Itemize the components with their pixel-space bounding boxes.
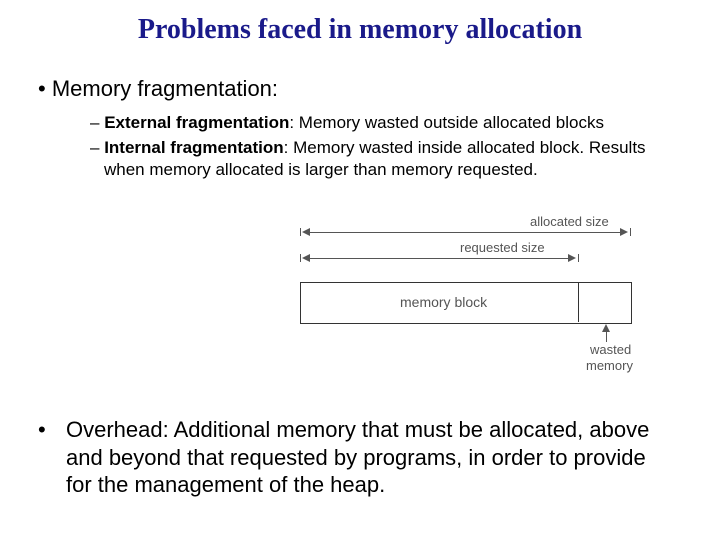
bullet-dot-icon: • <box>38 416 46 444</box>
sub-lead: Internal fragmentation <box>104 138 283 157</box>
sub-lead: External fragmentation <box>104 113 289 132</box>
slide-title: Problems faced in memory allocation <box>0 14 720 46</box>
wasted-label-1: wasted <box>590 342 631 357</box>
dash-icon: – <box>90 138 104 157</box>
dash-icon: – <box>90 113 104 132</box>
wasted-label-2: memory <box>586 358 633 373</box>
memory-block-label: memory block <box>400 294 487 310</box>
tick-icon <box>300 254 301 262</box>
tick-icon <box>578 254 579 262</box>
arrow-left-icon <box>302 254 310 262</box>
memory-diagram: allocated size requested size memory blo… <box>290 224 670 384</box>
slide: Problems faced in memory allocation Memo… <box>0 0 720 540</box>
bullet-overhead: • Overhead: Additional memory that must … <box>38 416 668 499</box>
sub-bullets: – External fragmentation: Memory wasted … <box>90 112 650 184</box>
arrow-line <box>310 258 568 259</box>
pointer-line <box>606 332 607 342</box>
bullet-text: Overhead: Additional memory that must be… <box>38 416 668 499</box>
bullet-text: Memory fragmentation: <box>52 76 278 101</box>
arrow-line <box>310 232 620 233</box>
sub-bullet-internal: – Internal fragmentation: Memory wasted … <box>90 137 650 180</box>
tick-icon <box>300 228 301 236</box>
arrow-left-icon <box>302 228 310 236</box>
allocated-size-label: allocated size <box>530 214 609 229</box>
requested-size-label: requested size <box>460 240 545 255</box>
arrow-right-icon <box>568 254 576 262</box>
memory-divider <box>578 282 579 322</box>
bullet-memory-fragmentation: Memory fragmentation: <box>38 76 278 102</box>
arrow-up-icon <box>602 324 610 332</box>
arrow-right-icon <box>620 228 628 236</box>
sub-rest: : Memory wasted outside allocated blocks <box>289 113 604 132</box>
sub-bullet-external: – External fragmentation: Memory wasted … <box>90 112 650 133</box>
tick-icon <box>630 228 631 236</box>
